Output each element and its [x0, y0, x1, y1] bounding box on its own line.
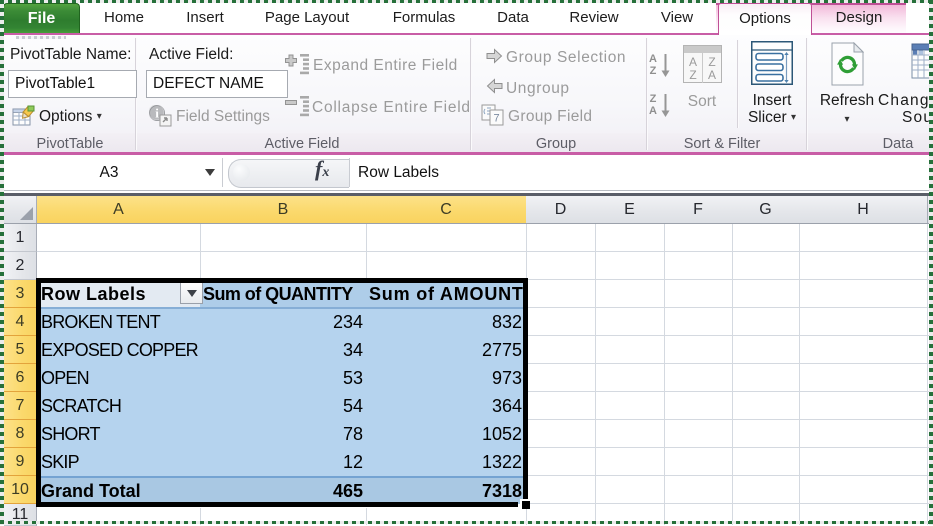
svg-text:Z: Z	[650, 65, 657, 77]
svg-text:A: A	[649, 105, 657, 117]
svg-text:7: 7	[493, 113, 499, 125]
svg-text:Z: Z	[708, 55, 715, 69]
svg-text:A: A	[689, 55, 697, 69]
svg-text:A: A	[708, 68, 716, 82]
svg-text:i: i	[155, 106, 159, 121]
svg-text:Z: Z	[650, 93, 657, 105]
svg-text:Z: Z	[689, 68, 696, 82]
svg-text:A: A	[649, 53, 657, 65]
